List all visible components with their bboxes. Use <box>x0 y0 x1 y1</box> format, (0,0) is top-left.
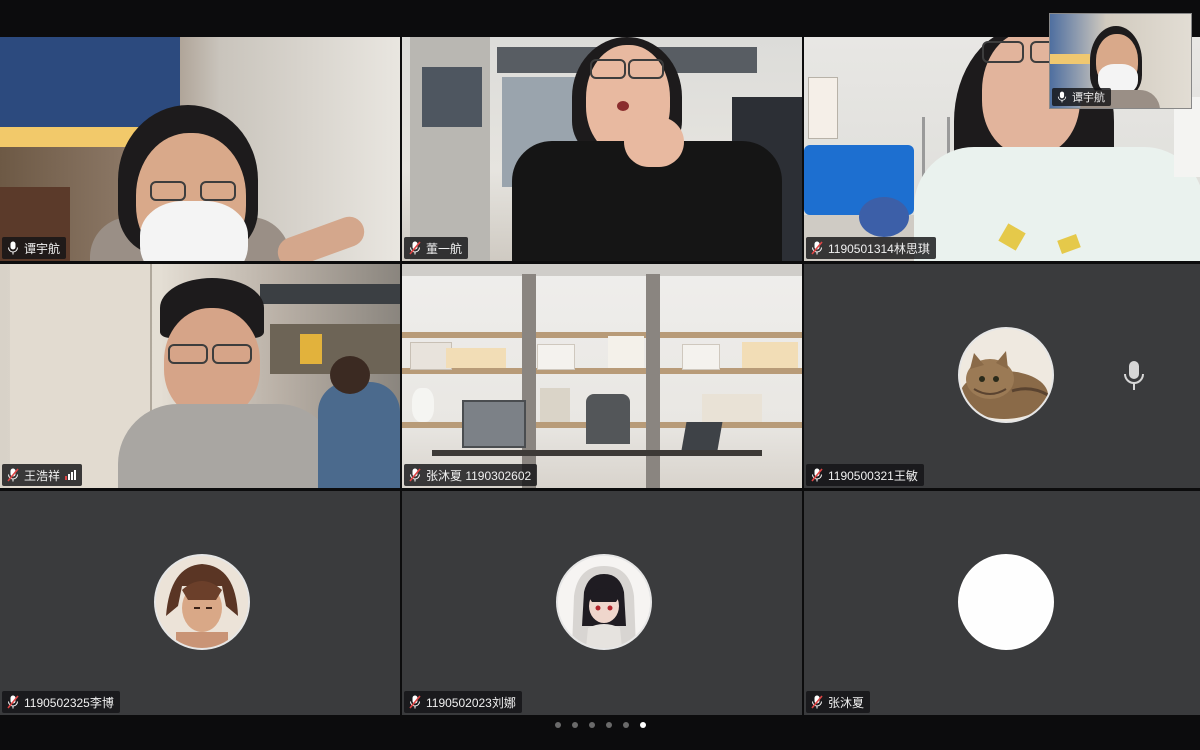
microphone-muted-icon <box>811 695 823 709</box>
anime-boy-avatar <box>154 554 250 650</box>
page-indicator[interactable] <box>0 722 1200 728</box>
participant-tile-2[interactable]: 董一航 <box>402 37 802 261</box>
self-view-nameplate: 谭宇航 <box>1052 88 1111 106</box>
participant-tile-9[interactable]: 张沐夏 <box>804 491 1200 715</box>
microphone-muted-icon <box>409 695 421 709</box>
participant-name-6: 1190500321王敏 <box>828 468 918 483</box>
participant-nameplate-8: 1190502023刘娜 <box>404 691 522 713</box>
participant-nameplate-3: 1190501314林思琪 <box>806 237 936 259</box>
participant-name-9: 张沐夏 <box>828 695 865 710</box>
participant-name-8: 1190502023刘娜 <box>426 695 516 710</box>
microphone-muted-icon <box>7 695 19 709</box>
microphone-muted-icon <box>811 468 823 482</box>
participant-tile-6[interactable]: 1190500321王敏 <box>804 264 1200 488</box>
participant-nameplate-4: 王浩祥 <box>2 464 83 486</box>
participant-nameplate-5: 张沐夏 1190302602 <box>404 464 538 486</box>
microphone-icon <box>8 241 18 255</box>
participant-video-4 <box>0 264 400 488</box>
page-dot-1[interactable] <box>554 722 561 728</box>
participant-tile-5[interactable]: 张沐夏 1190302602 <box>402 264 802 488</box>
participant-nameplate-1: 谭宇航 <box>2 237 67 259</box>
participant-name-7: 1190502325李博 <box>24 695 114 710</box>
participant-name-1: 谭宇航 <box>24 241 61 256</box>
microphone-muted-icon <box>409 241 421 255</box>
video-grid: 谭宇航 董一航 1190501314林思琪 王浩祥 张沐夏 1190302602… <box>0 37 1200 715</box>
blank-avatar <box>958 554 1054 650</box>
participant-name-5: 张沐夏 1190302602 <box>426 468 532 483</box>
participant-name-4: 王浩祥 <box>24 468 61 483</box>
participant-nameplate-2: 董一航 <box>404 237 469 259</box>
microphone-muted-icon <box>811 241 823 255</box>
participant-video-1 <box>0 37 400 261</box>
participant-video-5 <box>402 264 802 488</box>
participant-video-2 <box>402 37 802 261</box>
participant-tile-7[interactable]: 1190502325李博 <box>0 491 400 715</box>
participant-tile-8[interactable]: 1190502023刘娜 <box>402 491 802 715</box>
page-dot-5[interactable] <box>622 722 629 728</box>
page-dot-3[interactable] <box>588 722 595 728</box>
page-dot-2[interactable] <box>571 722 578 728</box>
page-dot-6-active[interactable] <box>639 722 646 728</box>
microphone-icon <box>1124 361 1144 390</box>
anime-girl-avatar <box>556 554 652 650</box>
participant-tile-1[interactable]: 谭宇航 <box>0 37 400 261</box>
self-view-name: 谭宇航 <box>1072 92 1105 104</box>
cat-avatar <box>958 327 1054 423</box>
participant-nameplate-7: 1190502325李博 <box>2 691 120 713</box>
participant-name-3: 1190501314林思琪 <box>828 241 930 256</box>
signal-strength-icon <box>65 470 77 480</box>
page-dot-4[interactable] <box>605 722 612 728</box>
participant-name-2: 董一航 <box>426 241 463 256</box>
microphone-muted-icon <box>7 468 19 482</box>
microphone-icon <box>1057 91 1067 103</box>
participant-tile-4[interactable]: 王浩祥 <box>0 264 400 488</box>
participant-nameplate-6: 1190500321王敏 <box>806 464 924 486</box>
participant-nameplate-9: 张沐夏 <box>806 691 871 713</box>
microphone-muted-icon <box>409 468 421 482</box>
self-view-video[interactable]: 谭宇航 <box>1049 13 1192 109</box>
